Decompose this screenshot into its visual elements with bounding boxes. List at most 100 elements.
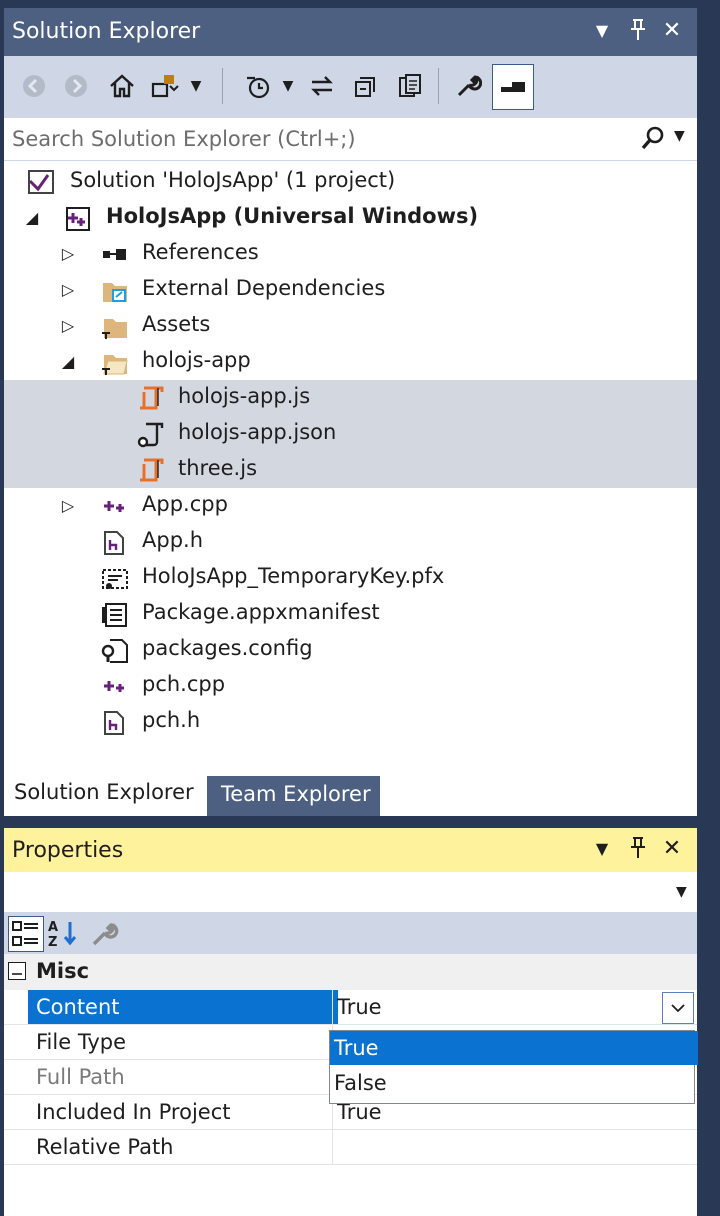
tab-solution-explorer[interactable]: Solution Explorer	[4, 764, 207, 816]
search-options-dropdown-icon[interactable]: ▼	[674, 128, 685, 144]
show-all-files-icon[interactable]	[392, 66, 428, 106]
property-name: Included In Project	[36, 1100, 231, 1124]
tree-item-temporary-key[interactable]: HoloJsApp_TemporaryKey.pfx	[4, 560, 697, 596]
cpp-file-icon	[100, 493, 128, 519]
solution-icon	[26, 169, 54, 195]
categorized-icon[interactable]	[8, 916, 44, 952]
tree-item-app-cpp[interactable]: ▷ App.cpp	[4, 488, 697, 524]
value-dropdown-chevron-icon[interactable]	[662, 992, 694, 1024]
window-menu-dropdown-icon[interactable]: ▼	[589, 836, 615, 862]
property-value[interactable]	[332, 1130, 701, 1164]
properties-toolbar: AZ	[4, 912, 697, 954]
collapse-arrow-icon[interactable]: ◢	[58, 350, 78, 374]
collapse-arrow-icon[interactable]: ◢	[22, 206, 42, 230]
tree-item-label: HoloJsApp_TemporaryKey.pfx	[142, 564, 445, 588]
category-misc[interactable]: Misc	[4, 954, 697, 990]
tree-item-holojs-app-json[interactable]: holojs-app.json	[4, 416, 697, 452]
object-selector[interactable]: ▼	[4, 872, 697, 912]
folder-icon	[100, 313, 128, 339]
property-value[interactable]: True	[332, 990, 701, 1024]
tree-item-app-h[interactable]: App.h	[4, 524, 697, 560]
collapse-category-icon[interactable]	[8, 962, 26, 980]
preview-selected-items-icon[interactable]	[492, 64, 534, 110]
switch-views-icon[interactable]	[148, 66, 184, 106]
alphabetical-icon[interactable]: AZ	[46, 916, 80, 950]
tab-label: Solution Explorer	[14, 780, 194, 804]
svg-text:A: A	[48, 920, 58, 935]
window-menu-dropdown-icon[interactable]: ▼	[589, 18, 615, 44]
pin-icon[interactable]	[625, 836, 651, 862]
tree-item-label: packages.config	[142, 636, 313, 660]
solution-explorer-toolbar: ▼ ▼	[4, 56, 697, 118]
properties-wrench-icon[interactable]	[450, 66, 486, 106]
tree-item-label: Package.appxmanifest	[142, 600, 380, 624]
side-strip	[700, 0, 720, 1216]
search-box[interactable]: ▼	[4, 118, 697, 161]
tree-item-external-dependencies[interactable]: ▷ External Dependencies	[4, 272, 697, 308]
dropdown-option-false[interactable]: False	[330, 1066, 698, 1100]
header-file-icon	[100, 709, 128, 735]
tree-item-label: pch.cpp	[142, 672, 226, 696]
js-file-icon	[136, 385, 164, 411]
back-icon[interactable]	[16, 66, 52, 106]
tree-item-label: pch.h	[142, 708, 201, 732]
collapse-all-icon[interactable]	[348, 66, 384, 106]
properties-panel: Properties ▼ ✕ ▼ AZ Misc Content True Fi…	[4, 828, 697, 1216]
config-file-icon	[100, 637, 128, 663]
close-icon[interactable]: ✕	[659, 18, 685, 44]
properties-title-bar: Properties ▼ ✕	[4, 828, 697, 872]
tree-item-package-manifest[interactable]: Package.appxmanifest	[4, 596, 697, 632]
json-file-icon	[136, 421, 164, 448]
expand-arrow-icon[interactable]: ▷	[58, 494, 78, 518]
tree-item-pch-cpp[interactable]: pch.cpp	[4, 668, 697, 704]
tree-item-label: holojs-app	[142, 348, 251, 372]
tree-item-packages-config[interactable]: packages.config	[4, 632, 697, 668]
tree-item-solution[interactable]: Solution 'HoloJsApp' (1 project)	[4, 164, 697, 200]
tree-item-three-js[interactable]: three.js	[4, 452, 697, 488]
tree-item-label: Assets	[142, 312, 211, 336]
expand-arrow-icon[interactable]: ▷	[58, 242, 78, 266]
pending-changes-dropdown-icon[interactable]: ▼	[278, 66, 298, 106]
category-label: Misc	[36, 959, 90, 983]
dropdown-option-true[interactable]: True	[330, 1031, 698, 1065]
solution-explorer-panel: Solution Explorer ▼ ✕ ▼ ▼ Search Solutio…	[4, 8, 697, 816]
switch-views-dropdown-icon[interactable]: ▼	[186, 66, 206, 106]
property-row-content[interactable]: Content True	[4, 990, 697, 1025]
svg-text:Z: Z	[48, 935, 57, 950]
expand-arrow-icon[interactable]: ▷	[58, 314, 78, 338]
property-name: Content	[28, 990, 338, 1024]
sync-with-active-document-icon[interactable]	[304, 66, 340, 106]
certificate-icon	[100, 565, 128, 591]
home-icon[interactable]	[104, 66, 140, 106]
cpp-project-icon	[64, 205, 92, 231]
tree-item-project[interactable]: ◢ HoloJsApp (Universal Windows)	[4, 200, 697, 236]
content-value-dropdown-list: True False	[329, 1030, 698, 1104]
references-icon	[100, 241, 128, 267]
property-name: Full Path	[36, 1065, 125, 1089]
pin-icon[interactable]	[625, 18, 651, 44]
header-file-icon	[100, 529, 128, 555]
toolbar-separator	[438, 68, 439, 104]
tab-team-explorer[interactable]: Team Explorer	[207, 776, 380, 816]
property-pages-wrench-icon[interactable]	[88, 916, 122, 950]
tab-label: Team Explorer	[221, 782, 371, 806]
tree-item-holojs-app-folder[interactable]: ◢ holojs-app	[4, 344, 697, 380]
forward-icon[interactable]	[58, 66, 94, 106]
tree-item-pch-h[interactable]: pch.h	[4, 704, 697, 740]
close-icon[interactable]: ✕	[659, 836, 685, 862]
properties-title: Properties	[12, 838, 124, 863]
tree-item-label: holojs-app.json	[178, 420, 337, 444]
search-icon[interactable]	[640, 124, 666, 157]
tree-item-assets[interactable]: ▷ Assets	[4, 308, 697, 344]
expand-arrow-icon[interactable]: ▷	[58, 278, 78, 302]
tree-item-label: three.js	[178, 456, 258, 480]
tree-item-label: App.h	[142, 528, 204, 552]
tree-item-references[interactable]: ▷ References	[4, 236, 697, 272]
pending-changes-filter-icon[interactable]	[240, 66, 276, 106]
object-selector-dropdown-icon[interactable]: ▼	[676, 884, 687, 900]
property-row-relative-path[interactable]: Relative Path	[4, 1130, 697, 1165]
search-input[interactable]	[12, 124, 612, 154]
tree-item-label: Solution 'HoloJsApp' (1 project)	[70, 168, 396, 192]
tree-item-holojs-app-js[interactable]: holojs-app.js	[4, 380, 697, 416]
tree-item-label: HoloJsApp (Universal Windows)	[106, 204, 479, 228]
